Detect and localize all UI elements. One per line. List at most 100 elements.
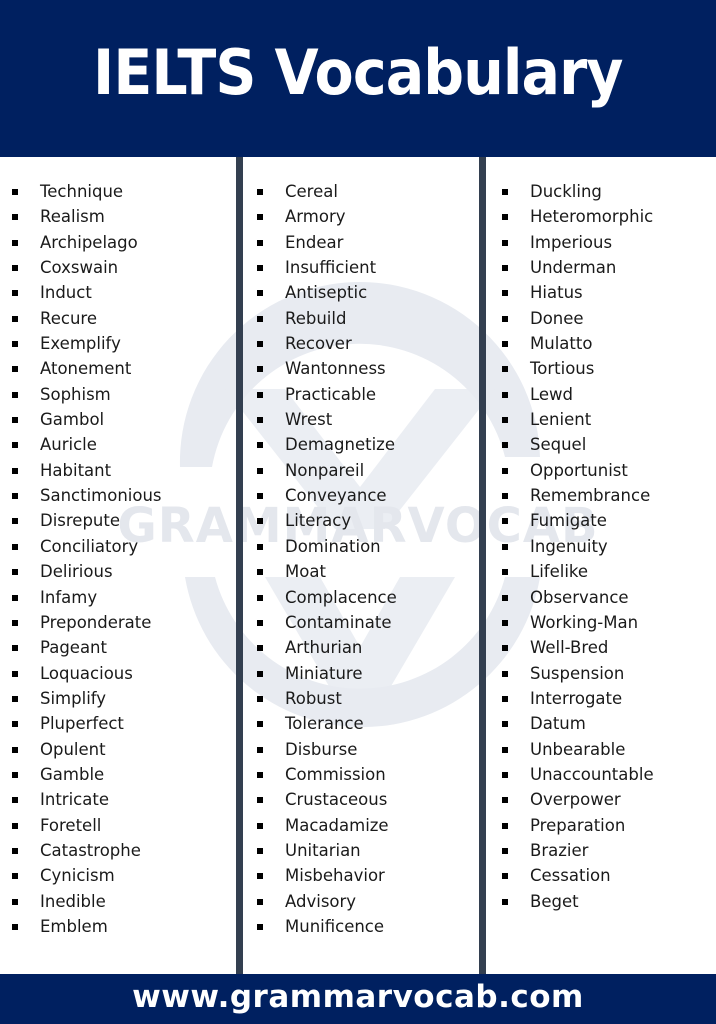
vocab-word: Demagnetize <box>285 435 395 455</box>
square-bullet-icon <box>502 366 508 373</box>
vocab-word: Well-Bred <box>530 638 609 658</box>
vocab-word: Practicable <box>285 384 377 404</box>
square-bullet-icon <box>502 341 508 348</box>
square-bullet-icon <box>502 543 508 550</box>
vocab-word: Preponderate <box>40 612 152 632</box>
square-bullet-icon <box>257 239 263 246</box>
vocab-list-item: Arthurian <box>243 635 479 660</box>
square-bullet-icon <box>502 746 508 753</box>
vocab-list-item: Nonpareil <box>243 458 479 483</box>
square-bullet-icon <box>257 493 263 500</box>
column-divider <box>479 157 486 974</box>
vocab-word: Auricle <box>40 435 97 455</box>
vocab-list-item: Overpower <box>486 787 716 812</box>
vocab-list-item: Disburse <box>243 737 479 762</box>
square-bullet-icon <box>257 417 263 424</box>
vocab-list-item: Recure <box>0 306 236 331</box>
square-bullet-icon <box>12 290 18 297</box>
vocab-word: Brazier <box>530 840 589 860</box>
vocab-list-item: Unaccountable <box>486 762 716 787</box>
vocab-list-item: Underman <box>486 255 716 280</box>
square-bullet-icon <box>12 239 18 246</box>
vocab-word: Unaccountable <box>530 764 654 784</box>
vocab-list-item: Endear <box>243 230 479 255</box>
vocab-list-item: Demagnetize <box>243 432 479 457</box>
vocab-list-item: Misbehavior <box>243 863 479 888</box>
vocab-list-item: Opulent <box>0 737 236 762</box>
vocab-word: Literacy <box>285 511 352 531</box>
vocab-list-item: Cereal <box>243 179 479 204</box>
vocab-word: Gambol <box>40 410 105 430</box>
square-bullet-icon <box>257 721 263 728</box>
vocab-list-item: Working-Man <box>486 610 716 635</box>
vocab-list-item: Tortious <box>486 356 716 381</box>
square-bullet-icon <box>12 442 18 449</box>
square-bullet-icon <box>12 670 18 677</box>
vocab-word: Sophism <box>40 384 111 404</box>
square-bullet-icon <box>257 847 263 854</box>
vocab-list-item: Exemplify <box>0 331 236 356</box>
word-list-area: GRAMMARVOCAB Technique Realism Archipelago… <box>0 157 716 974</box>
vocab-word: Exemplify <box>40 334 121 354</box>
vocab-word: Mulatto <box>530 334 593 354</box>
vocab-list-item: Practicable <box>243 382 479 407</box>
vocab-list-item: Preparation <box>486 813 716 838</box>
vocab-list-item: Unbearable <box>486 737 716 762</box>
vocab-list-item: Munificence <box>243 914 479 939</box>
square-bullet-icon <box>12 771 18 778</box>
vocab-list-item: Interrogate <box>486 686 716 711</box>
vocab-list-item: Rebuild <box>243 306 479 331</box>
vocab-word: Fumigate <box>530 511 607 531</box>
square-bullet-icon <box>12 543 18 550</box>
vocab-list-item: Wrest <box>243 407 479 432</box>
vocab-word: Delirious <box>40 562 113 582</box>
square-bullet-icon <box>502 290 508 297</box>
vocab-list-item: Suspension <box>486 661 716 686</box>
vocab-list-item: Coxswain <box>0 255 236 280</box>
vocab-list-item: Heteromorphic <box>486 204 716 229</box>
vocab-word: Interrogate <box>530 688 623 708</box>
square-bullet-icon <box>257 594 263 601</box>
square-bullet-icon <box>12 214 18 221</box>
square-bullet-icon <box>502 822 508 829</box>
square-bullet-icon <box>12 645 18 652</box>
footer-banner: www.grammarvocab.com <box>0 974 716 1024</box>
vocab-list-item: Armory <box>243 204 479 229</box>
vocab-word: Coxswain <box>40 258 119 278</box>
vocab-list-item: Gamble <box>0 762 236 787</box>
vocab-word: Cynicism <box>40 866 115 886</box>
square-bullet-icon <box>12 898 18 905</box>
vocab-word: Crustaceous <box>285 790 388 810</box>
vocab-list-item: Disrepute <box>0 508 236 533</box>
vocab-word: Catastrophe <box>40 840 141 860</box>
vocab-word: Arthurian <box>285 638 363 658</box>
square-bullet-icon <box>502 645 508 652</box>
vocab-word: Realism <box>40 207 105 227</box>
vocab-word: Misbehavior <box>285 866 385 886</box>
square-bullet-icon <box>257 543 263 550</box>
vocab-list-item: Insufficient <box>243 255 479 280</box>
website-url[interactable]: www.grammarvocab.com <box>132 979 584 1015</box>
vocab-word: Sanctimonious <box>40 486 162 506</box>
vocab-word: Infamy <box>40 587 98 607</box>
vocab-list-item: Gambol <box>0 407 236 432</box>
square-bullet-icon <box>502 265 508 272</box>
page-title: IELTS Vocabulary <box>93 36 623 109</box>
vocab-list-item: Miniature <box>243 661 479 686</box>
square-bullet-icon <box>12 569 18 576</box>
vocab-list-item: Inedible <box>0 889 236 914</box>
square-bullet-icon <box>257 923 263 930</box>
square-bullet-icon <box>12 746 18 753</box>
square-bullet-icon <box>257 670 263 677</box>
square-bullet-icon <box>257 442 263 449</box>
vocab-word: Advisory <box>285 891 357 911</box>
square-bullet-icon <box>257 214 263 221</box>
square-bullet-icon <box>12 594 18 601</box>
vocab-word: Disburse <box>285 739 358 759</box>
vocab-list-item: Sanctimonious <box>0 483 236 508</box>
vocab-word: Habitant <box>40 460 112 480</box>
vocab-list-item: Technique <box>0 179 236 204</box>
square-bullet-icon <box>502 847 508 854</box>
vocab-word: Datum <box>530 714 586 734</box>
square-bullet-icon <box>257 467 263 474</box>
